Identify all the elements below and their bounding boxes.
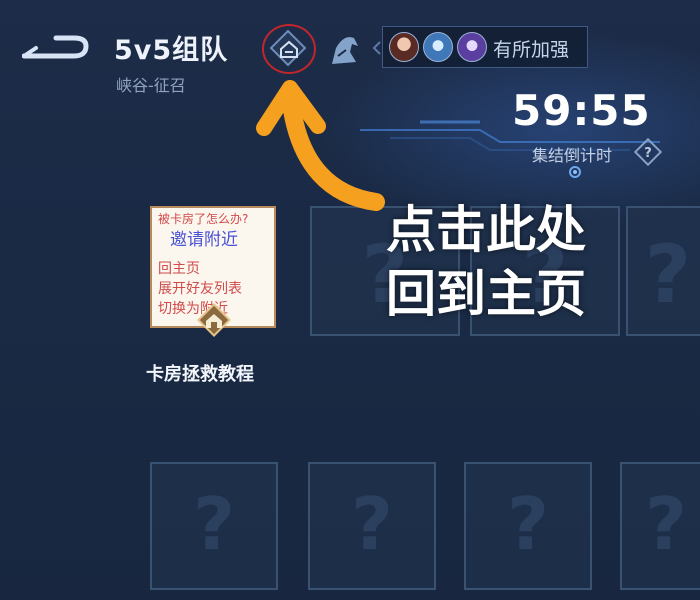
question-icon[interactable]: ? <box>634 138 662 166</box>
tutorial-label: 卡房拯救教程 <box>146 360 254 386</box>
home-badge-icon <box>196 302 232 338</box>
boost-text: 有所加强 <box>493 35 569 62</box>
mode-subtitle: 峡谷-征召 <box>116 72 186 96</box>
hero-boost-panel[interactable]: 有所加强 <box>372 26 590 70</box>
hero-avatar-2 <box>423 32 453 62</box>
player-slot[interactable]: ? <box>620 462 700 590</box>
hero-avatar-1 <box>389 32 419 62</box>
annotation-arrow <box>236 80 386 230</box>
svg-text:?: ? <box>644 146 652 161</box>
player-slot[interactable]: ? <box>626 206 700 336</box>
player-slot[interactable]: ? <box>464 462 592 590</box>
player-slot[interactable]: ? <box>150 462 278 590</box>
page-title: 5v5组队 <box>114 28 228 67</box>
slot-placeholder: ? <box>152 482 276 566</box>
tutorial-line: 展开好友列表 <box>158 278 242 298</box>
hero-avatar-3 <box>457 32 487 62</box>
slot-placeholder: ? <box>310 482 434 566</box>
annotation-line: 回到主页 <box>386 262 586 326</box>
back-button[interactable] <box>22 34 92 64</box>
chevron-left-icon <box>372 40 382 56</box>
back-arrow-icon <box>22 34 92 64</box>
hero-helmet-icon[interactable] <box>324 28 364 68</box>
home-icon <box>278 39 300 59</box>
slot-placeholder: ? <box>638 228 698 321</box>
player-slot[interactable]: ? <box>308 462 436 590</box>
slot-placeholder: ? <box>636 482 696 566</box>
tutorial-line: 回主页 <box>158 258 200 278</box>
slot-placeholder: ? <box>466 482 590 566</box>
tutorial-line: 邀请附近 <box>170 225 238 250</box>
annotation-line: 点击此处 <box>386 198 586 262</box>
countdown-timer: 59:55 <box>512 86 651 135</box>
annotation-text: 点击此处 回到主页 <box>386 198 586 326</box>
countdown-label: 集结倒计时 <box>532 142 612 166</box>
boost-box: 有所加强 <box>382 26 588 68</box>
home-button[interactable] <box>262 24 316 74</box>
